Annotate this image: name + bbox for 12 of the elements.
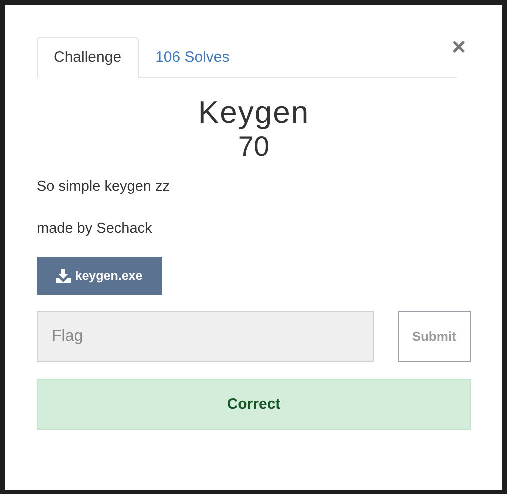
challenge-title: Keygen [197, 96, 311, 130]
result-alert: Correct [37, 379, 471, 430]
download-button[interactable]: keygen.exe [37, 257, 162, 296]
tab[interactable]: Challenge [37, 37, 139, 78]
description-text: made by Sechack [37, 220, 154, 239]
tab[interactable]: 106 Solves [138, 37, 247, 78]
challenge-points: 70 [237, 132, 271, 163]
download-icon [56, 269, 72, 284]
flag-input-field[interactable]: Flag [37, 311, 374, 362]
close-button[interactable]: × [446, 35, 472, 61]
description-text: So simple keygen zz [37, 178, 171, 197]
submit-button[interactable]: Submit [398, 311, 471, 362]
